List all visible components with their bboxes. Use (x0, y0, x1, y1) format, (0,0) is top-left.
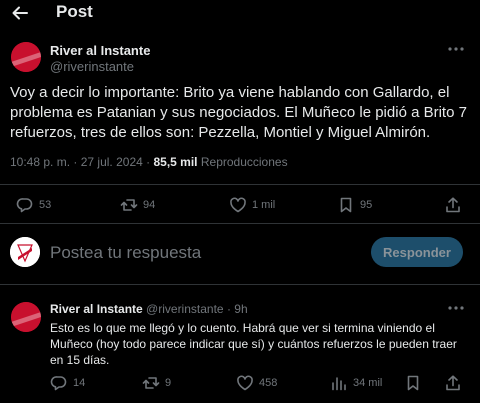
avatar-logo (11, 42, 41, 72)
reply-icon (16, 198, 33, 213)
like-button[interactable]: 458 (236, 374, 277, 392)
user-avatar[interactable] (10, 237, 40, 267)
divider (0, 284, 480, 285)
bookmark-icon (407, 375, 419, 391)
more-icon[interactable] (446, 301, 466, 315)
post-time[interactable]: 10:48 p. m. (10, 155, 70, 169)
reply-header: River al Instante @riverinstante · 9h (50, 302, 248, 316)
reply-icon (50, 376, 67, 391)
divider (0, 184, 480, 185)
reply-button[interactable]: 53 (16, 196, 51, 214)
share-button[interactable] (444, 196, 462, 214)
post-text: Voy a decir lo importante: Brito ya vien… (10, 84, 467, 141)
like-icon (230, 197, 246, 213)
like-count: 458 (259, 377, 278, 389)
meta-separator: · (146, 155, 151, 169)
post-meta: 10:48 p. m. · 27 jul. 2024 · 85,5 mil Re… (10, 155, 288, 169)
views-button[interactable]: 34 mil (330, 374, 382, 392)
avatar[interactable] (11, 42, 41, 72)
back-arrow-icon[interactable] (10, 3, 30, 23)
top-bar: Post (0, 0, 480, 26)
reply-text: Esto es lo que me llegó y lo cuento. Hab… (50, 321, 457, 367)
repost-button[interactable]: 9 (142, 374, 171, 392)
bookmark-count: 95 (360, 199, 373, 211)
reply-button[interactable]: 14 (50, 374, 85, 392)
reply-input[interactable]: Postea tu respuesta (50, 243, 201, 263)
views-count: 85,5 mil (153, 155, 198, 169)
author-handle[interactable]: @riverinstante (50, 59, 134, 74)
views-icon (332, 377, 346, 391)
repost-button[interactable]: 94 (120, 196, 155, 214)
share-icon (446, 197, 460, 213)
avatar-logo (11, 302, 41, 332)
reply-count: 14 (73, 377, 86, 389)
repost-count: 94 (143, 199, 156, 211)
like-count: 1 mil (252, 199, 276, 211)
reply-count: 53 (39, 199, 52, 211)
share-icon (446, 375, 460, 391)
page-title: Post (56, 2, 93, 21)
bookmark-button[interactable]: 95 (337, 196, 372, 214)
bookmark-icon (340, 197, 352, 213)
views-count: 34 mil (353, 377, 383, 389)
more-icon[interactable] (446, 42, 466, 56)
share-button[interactable] (444, 374, 462, 392)
author-name[interactable]: River al Instante (50, 43, 150, 58)
views-label: Reproducciones (200, 155, 288, 169)
divider (0, 223, 480, 224)
reply-submit-button[interactable]: Responder (371, 237, 463, 267)
bookmark-button[interactable] (404, 374, 422, 392)
like-button[interactable]: 1 mil (229, 196, 275, 214)
reply-age[interactable]: · 9h (227, 302, 248, 316)
author-name[interactable]: River al Instante (50, 302, 143, 316)
repost-icon (120, 199, 138, 211)
like-icon (237, 375, 253, 391)
author-handle[interactable]: @riverinstante (146, 302, 224, 316)
avatar[interactable] (11, 302, 41, 332)
repost-icon (142, 377, 160, 389)
repost-count: 9 (165, 377, 172, 389)
meta-separator: · (73, 155, 78, 169)
post-date[interactable]: 27 jul. 2024 (81, 155, 143, 169)
